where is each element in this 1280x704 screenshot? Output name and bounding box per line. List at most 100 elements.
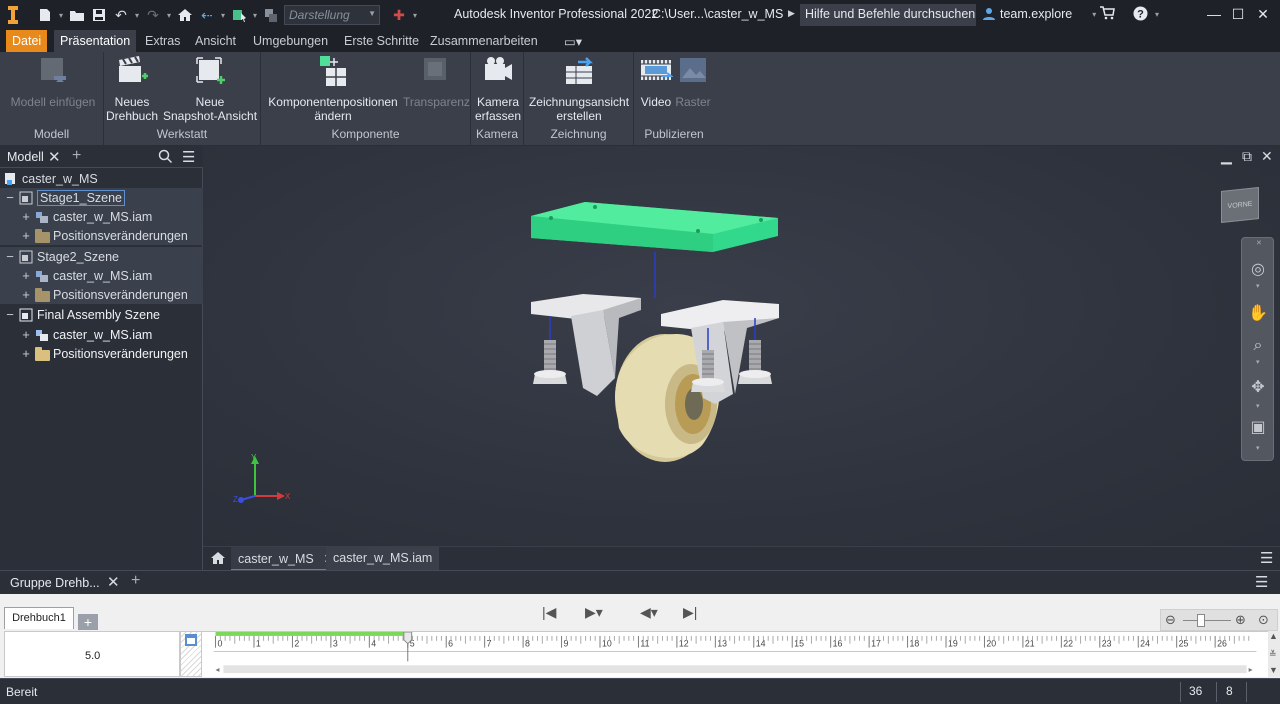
tab-extras[interactable]: Extras [139, 30, 186, 52]
select-filter-icon[interactable] [228, 4, 250, 26]
redo-dropdown-icon[interactable]: ▾ [164, 11, 174, 20]
expand-icon[interactable]: + [20, 228, 32, 243]
video-button[interactable]: Video [636, 54, 676, 109]
storyboard-duration-value[interactable]: 5.0 [85, 650, 100, 662]
browser-node-stage1-assembly[interactable]: + caster_w_MS.iam [0, 207, 203, 226]
navbar-customize-icon[interactable]: ▾ [1256, 444, 1260, 452]
scroll-up-icon[interactable]: ▲ [1269, 631, 1278, 641]
capture-camera-button[interactable]: Kamera erfassen [473, 54, 523, 123]
search-icon[interactable] [158, 149, 173, 167]
add-storyboard-button[interactable]: + [78, 614, 98, 630]
expand-icon[interactable]: + [20, 327, 32, 342]
navbar-close-icon[interactable]: ✕ [1256, 239, 1262, 247]
browser-root-node[interactable]: caster_w_MS [4, 169, 207, 188]
browser-node-final-tweaks[interactable]: + Positionsveränderungen [0, 344, 203, 363]
user-account[interactable]: team.explore ▾ [982, 7, 1096, 21]
timeline-vertical-scrollbar[interactable]: ▲ ≚ ▼ [1268, 631, 1280, 677]
close-browser-tab-icon[interactable]: ✕ [48, 148, 61, 166]
undo-icon[interactable]: ↶ [110, 4, 132, 26]
zoom-dropdown-icon[interactable]: ▾ [1256, 358, 1260, 366]
new-snapshot-button[interactable]: Neue Snapshot-Ansicht [162, 54, 258, 123]
tab-erste-schritte[interactable]: Erste Schritte [338, 30, 425, 52]
browser-node-final[interactable]: − Final Assembly Szene [0, 305, 203, 324]
caster-3d-model[interactable] [523, 198, 783, 478]
appearance-icon[interactable] [260, 4, 282, 26]
viewcube[interactable]: VORNE [1221, 187, 1259, 223]
browser-node-stage1[interactable]: − Stage1_Szene [0, 188, 203, 207]
orbit-icon[interactable]: ✥ [1248, 378, 1268, 398]
home-tab-icon[interactable] [205, 547, 231, 571]
new-storyboard-button[interactable]: Neues Drehbuch [104, 54, 160, 123]
help-search-input[interactable]: Hilfe und Befehle durchsuchen.. [800, 4, 976, 26]
collapse-icon[interactable]: − [4, 190, 16, 205]
insert-model-button[interactable]: Modell einfügen [10, 54, 96, 109]
browser-menu-icon[interactable]: ☰ [182, 148, 195, 166]
tab-datei[interactable]: Datei [6, 30, 48, 52]
storyboard-timeline[interactable]: 0 1 2 3 4 5 6 7 8 9 10 11 12 13 14 15 16 17 18 19 20 21 22 23 24… [202, 631, 1268, 677]
skip-to-start-icon[interactable]: |◀ [542, 604, 556, 621]
browser-node-stage2-tweaks[interactable]: + Positionsveränderungen [0, 285, 203, 304]
add-storyboard-panel-icon[interactable]: + [131, 572, 140, 590]
maximize-icon[interactable]: ☐ [1226, 4, 1250, 24]
new-file-dropdown-icon[interactable]: ▾ [56, 11, 66, 20]
cart-icon[interactable] [1099, 6, 1115, 23]
tab-praesentation[interactable]: Präsentation [54, 30, 137, 52]
expand-icon[interactable]: + [20, 287, 32, 302]
zoom-out-icon[interactable]: ⊖ [1165, 612, 1176, 628]
orbit-dropdown-icon[interactable]: ▾ [1256, 402, 1260, 410]
close-storyboard-panel-icon[interactable]: ✕ [107, 573, 120, 591]
select-filter-dropdown-icon[interactable]: ▾ [250, 11, 260, 20]
scroll-down-icon[interactable]: ▼ [1269, 665, 1278, 675]
viewport-close-icon[interactable]: ✕ [1261, 148, 1273, 165]
ribbon-panel-toggle-icon[interactable]: ▭▾ [558, 30, 588, 52]
expand-icon[interactable]: + [20, 209, 32, 224]
doc-tab-menu-icon[interactable]: ☰ [1253, 547, 1280, 571]
open-folder-icon[interactable] [66, 4, 88, 26]
redo-icon[interactable]: ↷ [142, 4, 164, 26]
return-icon[interactable]: ⇠ [196, 4, 218, 26]
expand-icon[interactable]: + [20, 346, 32, 361]
help-dropdown-icon[interactable]: ▾ [1155, 10, 1159, 19]
timeline-range-bar[interactable] [215, 632, 408, 636]
undo-dropdown-icon[interactable]: ▾ [132, 11, 142, 20]
browser-node-stage1-tweaks[interactable]: + Positionsveränderungen [0, 226, 203, 245]
viewport-restore-icon[interactable]: ⧉ [1242, 148, 1252, 165]
zoom-in-icon[interactable]: ⊕ [1235, 612, 1246, 628]
minimize-icon[interactable]: — [1202, 4, 1226, 24]
new-file-icon[interactable] [34, 4, 56, 26]
appearance-combo[interactable]: Darstellung ▼ [284, 5, 380, 25]
tweak-components-button[interactable]: Komponentenpositionen ändern [265, 54, 401, 123]
return-dropdown-icon[interactable]: ▾ [218, 11, 228, 20]
graphics-viewport[interactable]: ▁ ⧉ ✕ Y X Z VORNE ✕ ◎ ▾ ✋ ⌕ ▾ ✥ ▾ ▣ ▾ [203, 146, 1280, 546]
zoom-slider-track[interactable] [1183, 620, 1231, 621]
search-expand-icon[interactable]: ▶ [788, 8, 795, 19]
scroll-left-icon[interactable]: ◂ [216, 665, 220, 674]
browser-node-final-assembly[interactable]: + caster_w_MS.iam [0, 325, 203, 344]
save-icon[interactable] [88, 4, 110, 26]
collapse-icon[interactable]: − [4, 307, 16, 322]
play-reverse-icon[interactable]: ◀▾ [640, 604, 658, 621]
help-icon[interactable]: ? [1133, 6, 1148, 24]
zoom-icon[interactable]: ⌕ [1248, 336, 1268, 356]
zoom-fit-icon[interactable]: ⊙ [1258, 612, 1269, 628]
tab-zusammenarbeiten[interactable]: Zusammenarbeiten [424, 30, 544, 52]
raster-button[interactable]: Raster [674, 54, 712, 109]
skip-to-end-icon[interactable]: ▶| [683, 604, 697, 621]
add-browser-tab-icon[interactable]: + [72, 147, 81, 165]
storyboard-menu-icon[interactable]: ☰ [1255, 573, 1268, 591]
home-icon[interactable] [174, 4, 196, 26]
tab-ansicht[interactable]: Ansicht [189, 30, 242, 52]
storyboard-panel-title[interactable]: Gruppe Drehb... [10, 576, 100, 590]
steering-wheel-icon[interactable]: ◎ [1248, 260, 1268, 280]
viewport-minimize-icon[interactable]: ▁ [1221, 148, 1232, 165]
view-face-icon[interactable]: ▣ [1248, 418, 1268, 438]
opacity-button[interactable]: Transparenz [403, 54, 470, 109]
pan-hand-icon[interactable]: ✋ [1248, 304, 1268, 324]
expand-icon[interactable]: + [20, 268, 32, 283]
browser-node-stage2[interactable]: − Stage2_Szene [0, 247, 203, 266]
doc-tab-caster-assembly[interactable]: caster_w_MS.iam [326, 547, 440, 571]
close-icon[interactable]: ✕ [1251, 4, 1275, 24]
clear-appearance-icon[interactable]: ✚ [388, 4, 410, 26]
play-forward-icon[interactable]: ▶▾ [585, 604, 603, 621]
doc-tab-caster-presentation[interactable]: caster_w_MS ✕ [231, 547, 341, 571]
